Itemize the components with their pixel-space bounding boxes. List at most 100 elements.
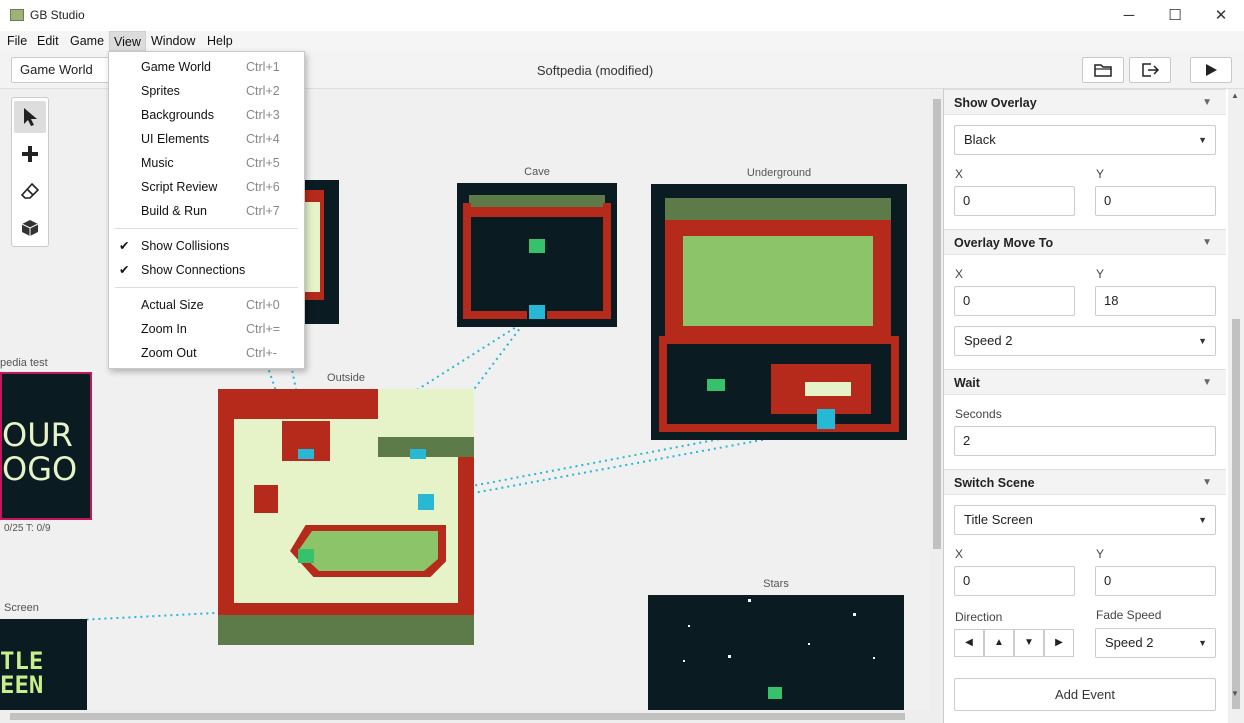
dropdown-arrow-icon: ▼ xyxy=(1198,336,1207,346)
maximize-button[interactable]: ☐ xyxy=(1152,0,1198,31)
scene-label-logo-test: pedia test xyxy=(0,357,48,369)
switch-y-label: Y xyxy=(1096,547,1105,561)
overlay-color-select[interactable]: Black ▼ xyxy=(954,125,1216,155)
overlay-x-input[interactable]: 0 xyxy=(954,186,1075,216)
menu-separator xyxy=(115,228,298,229)
wait-seconds-input[interactable]: 2 xyxy=(954,426,1216,456)
direction-label: Direction xyxy=(955,610,1003,624)
overlay-y-input[interactable]: 0 xyxy=(1095,186,1216,216)
checkmark-icon: ✔ xyxy=(119,263,130,277)
eraser-icon xyxy=(21,182,39,199)
scene-label-underground: Underground xyxy=(746,167,812,179)
event-show-overlay-header[interactable]: Show Overlay ▼ xyxy=(944,89,1226,115)
event-switch-scene-header[interactable]: Switch Scene ▼ xyxy=(944,469,1226,495)
collapse-caret-icon: ▼ xyxy=(1202,377,1212,388)
menu-item-show-connections[interactable]: ✔ Show Connections xyxy=(109,258,304,282)
minimize-button[interactable]: ─ xyxy=(1106,0,1152,31)
add-tool[interactable] xyxy=(14,138,46,170)
export-icon xyxy=(1142,63,1159,77)
tool-palette xyxy=(11,97,49,247)
menu-window[interactable]: Window xyxy=(147,31,199,51)
canvas-horizontal-scrollbar[interactable] xyxy=(0,710,930,723)
overlay-x-label: X xyxy=(955,167,964,181)
add-event-button[interactable]: Add Event xyxy=(954,678,1216,711)
collision-tool[interactable] xyxy=(14,212,46,244)
close-button[interactable]: ✕ xyxy=(1198,0,1244,31)
menu-item-backgrounds[interactable]: Backgrounds Ctrl+3 xyxy=(109,103,304,127)
menu-item-game-world[interactable]: Game World Ctrl+1 xyxy=(109,55,304,79)
menu-file[interactable]: File xyxy=(3,31,31,51)
switch-x-label: X xyxy=(955,547,964,561)
dropdown-arrow-icon: ▼ xyxy=(1198,638,1207,648)
menu-item-script-review[interactable]: Script Review Ctrl+6 xyxy=(109,175,304,199)
eraser-tool[interactable] xyxy=(14,175,46,207)
direction-down-button[interactable]: ▼ xyxy=(1014,629,1044,657)
fade-speed-label: Fade Speed xyxy=(1096,608,1162,622)
collapse-caret-icon: ▼ xyxy=(1202,97,1212,108)
fade-speed-select[interactable]: Speed 2 ▼ xyxy=(1095,628,1216,658)
overlay-y-label: Y xyxy=(1096,167,1105,181)
move-x-label: X xyxy=(955,267,964,281)
collapse-caret-icon: ▼ xyxy=(1202,237,1212,248)
cursor-icon xyxy=(24,108,37,126)
menu-item-sprites[interactable]: Sprites Ctrl+2 xyxy=(109,79,304,103)
menu-bar: File Edit Game View Window Help xyxy=(0,31,1244,51)
folder-icon xyxy=(1094,64,1112,77)
logo-text-2: OGO xyxy=(2,450,78,488)
view-menu: Game World Ctrl+1 Sprites Ctrl+2 Backgroun… xyxy=(108,51,305,369)
export-button[interactable] xyxy=(1129,57,1171,83)
app-icon xyxy=(10,9,24,21)
scene-label-stars: Stars xyxy=(763,578,789,590)
menu-view[interactable]: View xyxy=(109,31,146,51)
logo-text-1: OUR xyxy=(2,416,73,454)
select-tool[interactable] xyxy=(14,101,46,133)
scene-title-screen[interactable]: TLE EEN xyxy=(0,619,87,723)
canvas-vertical-scrollbar[interactable] xyxy=(930,89,943,723)
switch-x-input[interactable]: 0 xyxy=(954,566,1075,596)
menu-edit[interactable]: Edit xyxy=(33,31,63,51)
scene-underground[interactable] xyxy=(651,184,907,440)
move-y-input[interactable]: 18 xyxy=(1095,286,1216,316)
collapse-caret-icon: ▼ xyxy=(1202,477,1212,488)
event-wait-header[interactable]: Wait ▼ xyxy=(944,369,1226,395)
move-x-input[interactable]: 0 xyxy=(954,286,1075,316)
scene-label-outside: Outside xyxy=(327,372,365,384)
menu-help[interactable]: Help xyxy=(203,31,237,51)
move-speed-select[interactable]: Speed 2 ▼ xyxy=(954,326,1216,356)
run-button[interactable] xyxy=(1190,57,1232,83)
switch-y-input[interactable]: 0 xyxy=(1095,566,1216,596)
menu-separator xyxy=(115,287,298,288)
scene-label-title-screen: Screen xyxy=(4,602,39,614)
checkmark-icon: ✔ xyxy=(119,239,130,253)
scene-cave[interactable] xyxy=(457,183,617,327)
direction-up-button[interactable]: ▲ xyxy=(984,629,1014,657)
menu-item-zoom-out[interactable]: Zoom Out Ctrl+- xyxy=(109,341,304,365)
menu-item-zoom-in[interactable]: Zoom In Ctrl+= xyxy=(109,317,304,341)
switch-scene-select[interactable]: Title Screen ▼ xyxy=(954,505,1216,535)
sidebar-scrollbar[interactable]: ▲ ▼ xyxy=(1228,89,1244,723)
open-folder-button[interactable] xyxy=(1082,57,1124,83)
move-y-label: Y xyxy=(1096,267,1105,281)
play-icon xyxy=(1206,64,1217,76)
logo-stats: 0/25 T: 0/9 xyxy=(4,523,51,534)
window-title: GB Studio xyxy=(30,8,85,22)
menu-item-ui-elements[interactable]: UI Elements Ctrl+4 xyxy=(109,127,304,151)
menu-item-actual-size[interactable]: Actual Size Ctrl+0 xyxy=(109,293,304,317)
menu-item-music[interactable]: Music Ctrl+5 xyxy=(109,151,304,175)
scene-logo-test[interactable]: OUR OGO xyxy=(0,372,92,520)
direction-left-button[interactable]: ◀ xyxy=(954,629,984,657)
menu-game[interactable]: Game xyxy=(66,31,108,51)
scene-stars[interactable] xyxy=(648,595,904,723)
direction-right-button[interactable]: ▶ xyxy=(1044,629,1074,657)
cube-icon xyxy=(21,220,39,236)
scene-outside[interactable] xyxy=(218,389,474,645)
menu-item-build-run[interactable]: Build & Run Ctrl+7 xyxy=(109,199,304,223)
wait-seconds-label: Seconds xyxy=(955,407,1002,421)
menu-item-show-collisions[interactable]: ✔ Show Collisions xyxy=(109,234,304,258)
title-bar: GB Studio ─ ☐ ✕ xyxy=(0,0,1244,31)
event-overlay-move-to-header[interactable]: Overlay Move To ▼ xyxy=(944,229,1226,255)
dropdown-arrow-icon: ▼ xyxy=(1198,515,1207,525)
title-text-2: EEN xyxy=(0,671,44,699)
dropdown-arrow-icon: ▼ xyxy=(1198,135,1207,145)
scene-label-cave: Cave xyxy=(524,166,550,178)
